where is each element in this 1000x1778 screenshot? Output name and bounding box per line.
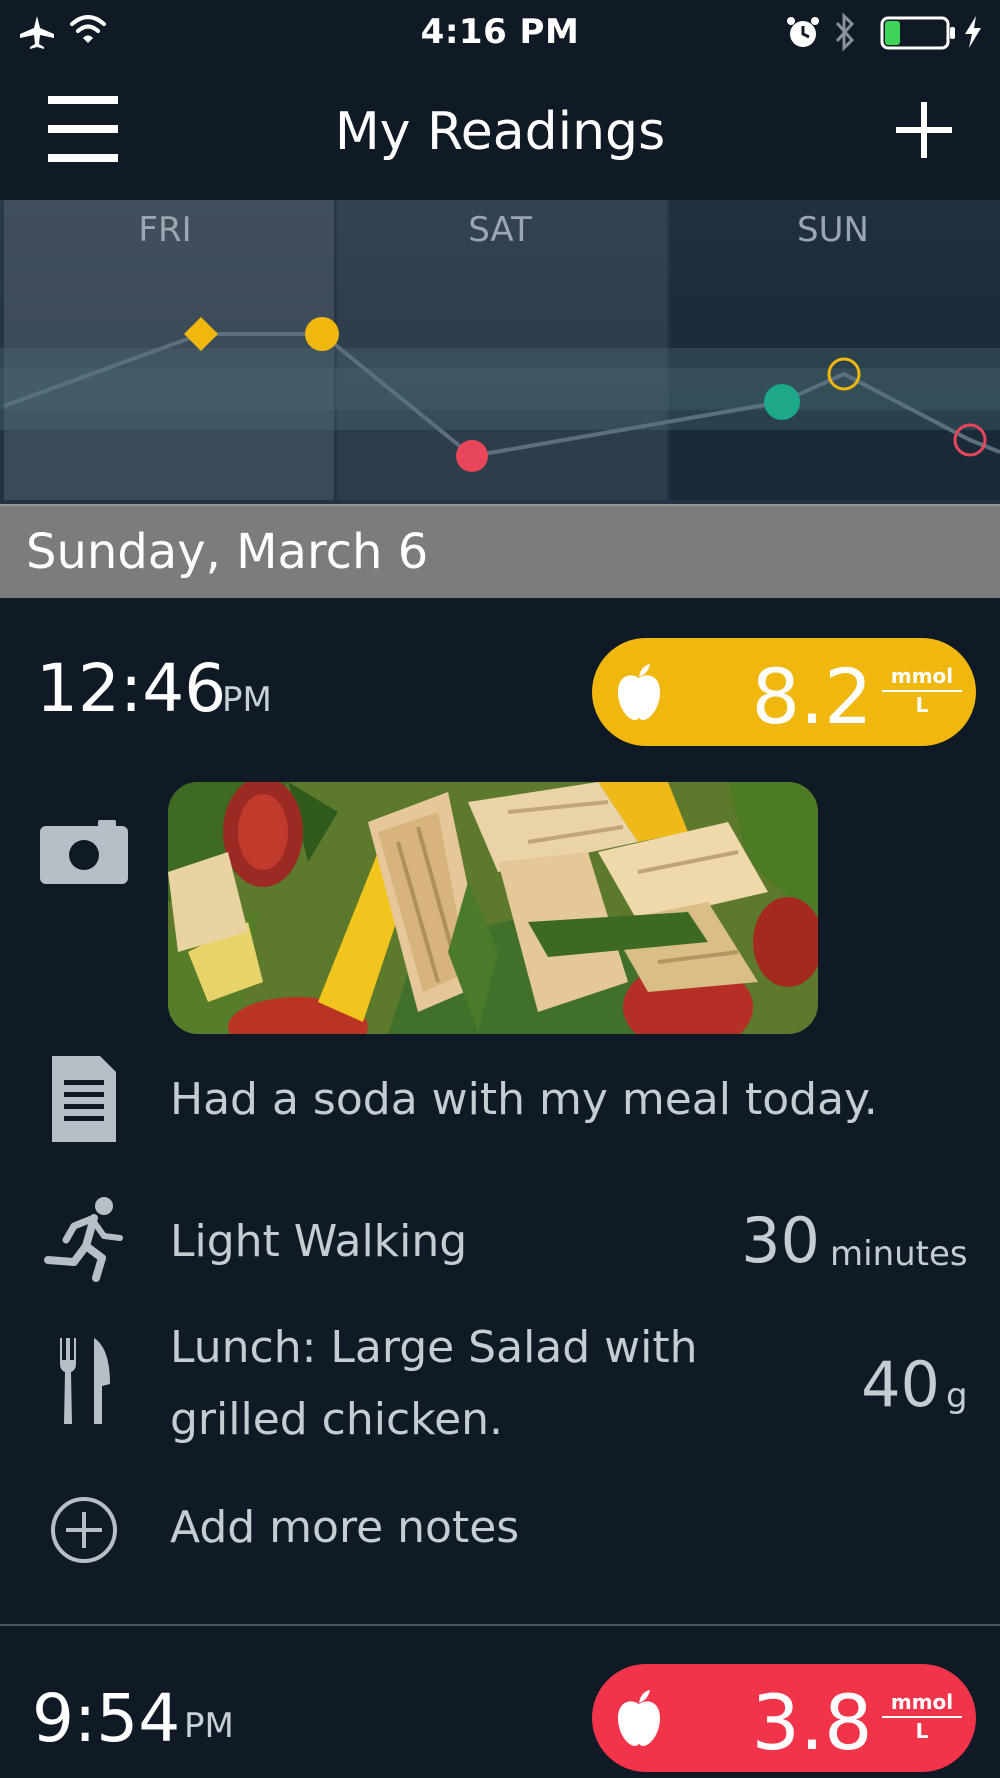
meal-unit: g — [946, 1376, 968, 1416]
reading-value-badge[interactable]: 3.8 mmol L — [592, 1664, 976, 1772]
apple-icon — [618, 1690, 660, 1746]
day-label-fri: FRI — [138, 210, 192, 250]
alarm-icon — [787, 17, 819, 47]
document-icon — [52, 1056, 116, 1142]
camera-icon[interactable] — [40, 820, 130, 884]
reading-unit-bottom: L — [915, 693, 929, 717]
date-header-label: Sunday, March 6 — [26, 524, 429, 580]
reading-value: 3.8 — [751, 1678, 873, 1767]
reading-ampm: PM — [222, 680, 272, 720]
reading-ampm: PM — [184, 1706, 234, 1746]
fork-knife-icon — [60, 1338, 110, 1424]
running-icon — [44, 1197, 123, 1282]
reading-point-fri-2 — [305, 317, 339, 351]
battery-icon — [880, 16, 955, 50]
bluetooth-icon — [835, 12, 855, 52]
apple-icon — [618, 664, 660, 720]
activity-label[interactable]: Light Walking — [170, 1216, 467, 1267]
meal-line-1[interactable]: Lunch: Large Salad with — [170, 1322, 698, 1373]
meal-line-2[interactable]: grilled chicken. — [170, 1394, 503, 1445]
reading-point-sat-1 — [456, 440, 488, 472]
meal-value: 40 — [861, 1348, 940, 1421]
date-header: Sunday, March 6 — [0, 504, 1000, 598]
reading-time: 12:46 — [36, 650, 227, 727]
meal-photo-image — [168, 782, 818, 1034]
plus-circle-icon[interactable] — [50, 1496, 118, 1564]
status-bar: 4:16 PM — [0, 0, 1000, 66]
charging-bolt-icon — [965, 16, 981, 48]
reading-point-sun-1 — [764, 384, 800, 420]
reading-unit-top: mmol — [882, 1690, 962, 1718]
reading-unit-top: mmol — [882, 664, 962, 692]
day-label-sat: SAT — [468, 210, 532, 250]
reading-value: 8.2 — [751, 652, 873, 741]
day-label-sun: SUN — [797, 210, 869, 250]
activity-unit: minutes — [830, 1234, 968, 1274]
reading-time: 9:54 — [32, 1680, 181, 1757]
page-title: My Readings — [334, 102, 666, 162]
nav-bar: My Readings — [0, 66, 1000, 200]
reading-unit: mmol L — [882, 664, 962, 717]
plus-icon[interactable] — [896, 102, 952, 158]
note-text[interactable]: Had a soda with my meal today. — [170, 1074, 878, 1125]
reading-unit-bottom: L — [915, 1719, 929, 1743]
readings-chart[interactable]: FRI SAT SUN — [0, 200, 1000, 504]
app-screen: 4:16 PM My Readings FRI SAT SUN Sunday, … — [0, 0, 1000, 1778]
add-more-notes-button[interactable]: Add more notes — [170, 1502, 519, 1553]
reading-value-badge[interactable]: 8.2 mmol L — [592, 638, 976, 746]
entry-divider — [0, 1624, 1000, 1626]
activity-value: 30 — [741, 1204, 820, 1277]
reading-unit: mmol L — [882, 1690, 962, 1743]
meal-photo[interactable] — [168, 782, 818, 1034]
